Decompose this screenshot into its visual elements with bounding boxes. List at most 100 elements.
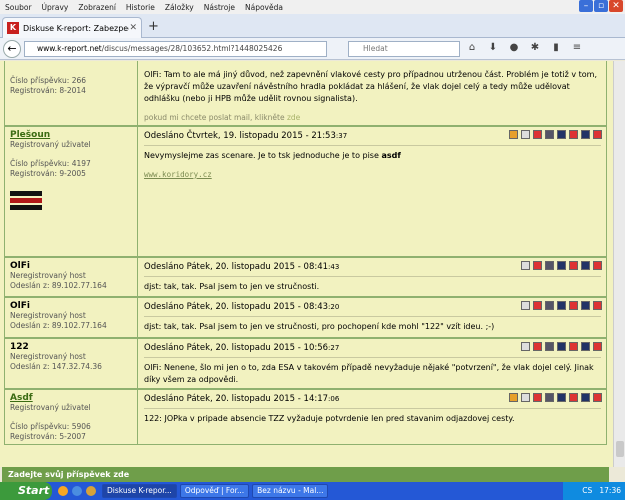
post-author-panel: Číslo příspěvku: 266 Registrován: 8-2014 <box>5 61 138 125</box>
clipboard-icon[interactable]: ▮ <box>549 42 563 53</box>
author-ip: Odeslán z: 147.32.74.36 <box>10 362 102 371</box>
quote-icon[interactable] <box>581 342 590 351</box>
reply-bar[interactable]: Zadejte svůj příspěvek zde <box>2 467 609 482</box>
url-path: /discus/messages/28/103652.html?14480254… <box>101 44 283 53</box>
move-icon[interactable] <box>569 342 578 351</box>
taskbar-item-paint[interactable]: Bez názvu - Mal... <box>252 484 329 498</box>
post-action-icons <box>521 342 602 351</box>
ip-icon[interactable] <box>557 301 566 310</box>
registered-date: Registrován: 9-2005 <box>10 169 86 178</box>
delete-icon[interactable] <box>533 342 542 351</box>
edit-icon[interactable] <box>521 261 530 270</box>
search-input[interactable]: Hledat <box>348 41 460 57</box>
folder-icon[interactable] <box>86 486 96 496</box>
quote-icon[interactable] <box>581 393 590 402</box>
home-icon[interactable]: ⌂ <box>465 42 479 53</box>
edit-icon[interactable] <box>521 342 530 351</box>
ie-icon[interactable] <box>72 486 82 496</box>
author-name: OlFi <box>10 301 30 311</box>
firefox-icon[interactable] <box>58 486 68 496</box>
back-arrow-icon[interactable]: ← <box>3 40 21 58</box>
print-icon[interactable] <box>545 342 554 351</box>
mail-icon[interactable] <box>509 130 518 139</box>
adblock-icon[interactable]: ● <box>507 42 521 53</box>
post-author-panel: Asdf Registrovaný uživatel Číslo příspěv… <box>5 390 138 444</box>
mail-link[interactable]: zde <box>287 113 300 122</box>
post-body: 122: JOPka v pripade absencie TZZ vyžadu… <box>144 414 515 423</box>
post-content: Odesláno Čtvrtek, 19. listopadu 2015 - 2… <box>139 127 606 256</box>
window-controls: – ▫ ✕ <box>579 0 623 12</box>
forum-post: Plešoun Registrovaný uživatel Číslo přís… <box>4 126 607 257</box>
menu-file[interactable]: Soubor <box>0 3 37 12</box>
move-icon[interactable] <box>569 393 578 402</box>
ip-icon[interactable] <box>557 393 566 402</box>
report-icon[interactable] <box>593 261 602 270</box>
ip-icon[interactable] <box>557 261 566 270</box>
post-action-icons <box>509 393 602 402</box>
edit-icon[interactable] <box>521 393 530 402</box>
user-role: Neregistrovaný host <box>10 352 86 361</box>
extension-icon[interactable]: ✱ <box>528 42 542 53</box>
report-icon[interactable] <box>593 393 602 402</box>
author-ip: Odeslán z: 89.102.77.164 <box>10 321 107 330</box>
menu-edit[interactable]: Úpravy <box>37 3 74 12</box>
author-name-link[interactable]: Asdf <box>10 393 132 403</box>
minimize-icon[interactable]: – <box>579 0 593 12</box>
report-icon[interactable] <box>593 342 602 351</box>
hamburger-menu-icon[interactable]: ≡ <box>570 42 584 53</box>
navigation-bar: ← www.k-report.net/discus/messages/28/10… <box>0 38 625 60</box>
post-content: Odesláno Pátek, 20. listopadu 2015 - 10:… <box>139 339 606 388</box>
new-tab-icon[interactable]: + <box>148 19 159 34</box>
print-icon[interactable] <box>545 393 554 402</box>
favicon-icon: K <box>7 22 19 34</box>
print-icon[interactable] <box>545 301 554 310</box>
report-icon[interactable] <box>593 301 602 310</box>
edit-icon[interactable] <box>521 130 530 139</box>
ip-icon[interactable] <box>557 130 566 139</box>
quote-icon[interactable] <box>581 130 590 139</box>
quote-icon[interactable] <box>581 301 590 310</box>
post-content: Odesláno Pátek, 20. listopadu 2015 - 14:… <box>139 390 606 444</box>
delete-icon[interactable] <box>533 301 542 310</box>
user-role: Neregistrovaný host <box>10 311 86 320</box>
menu-tools[interactable]: Nástroje <box>199 3 240 12</box>
quick-launch <box>58 486 96 496</box>
print-icon[interactable] <box>545 130 554 139</box>
delete-icon[interactable] <box>533 393 542 402</box>
page-scrollbar[interactable] <box>613 61 625 467</box>
print-icon[interactable] <box>545 261 554 270</box>
menu-view[interactable]: Zobrazení <box>73 3 121 12</box>
menu-bookmarks[interactable]: Záložky <box>160 3 199 12</box>
author-name-link[interactable]: Plešoun <box>10 130 132 140</box>
maximize-icon[interactable]: ▫ <box>594 0 608 12</box>
forum-thread: Číslo příspěvku: 266 Registrován: 8-2014… <box>0 61 613 467</box>
taskbar-item-reply[interactable]: Odpověď | For... <box>179 484 250 498</box>
menu-help[interactable]: Nápověda <box>240 3 288 12</box>
post-count: Číslo příspěvku: 5906 <box>10 422 91 431</box>
close-window-icon[interactable]: ✕ <box>609 0 623 12</box>
language-indicator[interactable]: CS <box>582 486 592 495</box>
start-button[interactable]: Start <box>0 482 52 500</box>
menu-history[interactable]: Historie <box>121 3 160 12</box>
report-icon[interactable] <box>593 130 602 139</box>
move-icon[interactable] <box>569 301 578 310</box>
mail-icon[interactable] <box>509 393 518 402</box>
move-icon[interactable] <box>569 130 578 139</box>
address-bar[interactable]: www.k-report.net/discus/messages/28/1036… <box>24 41 327 57</box>
move-icon[interactable] <box>569 261 578 270</box>
edit-icon[interactable] <box>521 301 530 310</box>
forum-post: Číslo příspěvku: 266 Registrován: 8-2014… <box>4 61 607 126</box>
download-icon[interactable]: ⬇ <box>486 42 500 53</box>
delete-icon[interactable] <box>533 130 542 139</box>
scrollbar-thumb[interactable] <box>616 441 624 457</box>
quote-icon[interactable] <box>581 261 590 270</box>
delete-icon[interactable] <box>533 261 542 270</box>
post-author-panel: OlFi Neregistrovaný host Odeslán z: 89.1… <box>5 298 138 337</box>
post-action-icons <box>509 130 602 139</box>
post-count: Číslo příspěvku: 4197 <box>10 159 91 168</box>
browser-tab[interactable]: K Diskuse K-report: Zabezpeč... ✕ <box>2 17 142 38</box>
ip-icon[interactable] <box>557 342 566 351</box>
signature-link[interactable]: www.koridory.cz <box>144 170 601 179</box>
close-tab-icon[interactable]: ✕ <box>129 23 137 33</box>
taskbar-item-forum[interactable]: Diskuse K-repor... <box>102 484 177 498</box>
